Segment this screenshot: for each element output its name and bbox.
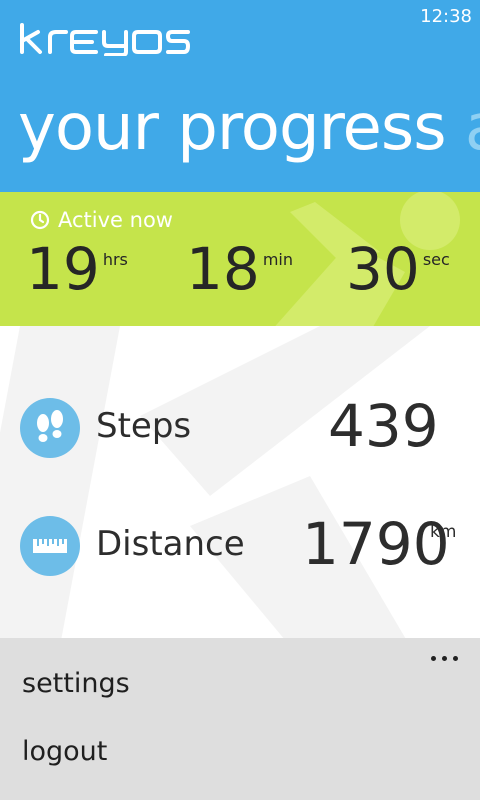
footsteps-icon — [37, 410, 63, 442]
distance-label: Distance — [96, 524, 245, 564]
stats-list[interactable]: Steps 439 Distance 1790 km — [0, 326, 480, 638]
kreyos-logo — [18, 22, 193, 60]
distance-value: 1790 — [302, 510, 450, 578]
next-pivot-title-peek[interactable]: ac — [465, 91, 480, 165]
steps-value: 439 — [328, 392, 439, 460]
minutes-unit: min — [262, 250, 293, 269]
kreyos-watermark-icon — [0, 326, 430, 638]
hours-counter: 19 hrs — [26, 240, 128, 298]
status-clock: 12:38 — [420, 6, 472, 27]
seconds-value: 30 — [346, 235, 420, 303]
page-title-text: your progress — [18, 91, 447, 165]
minutes-value: 18 — [186, 235, 260, 303]
distance-row[interactable]: Distance 1790 km — [0, 500, 480, 590]
seconds-unit: sec — [422, 250, 450, 269]
hours-unit: hrs — [102, 250, 128, 269]
menu-item-logout[interactable]: logout — [22, 736, 107, 767]
hours-value: 19 — [26, 235, 100, 303]
steps-label: Steps — [96, 406, 192, 446]
steps-icon-circle — [20, 398, 80, 458]
partial-stat-row[interactable] — [0, 622, 480, 638]
menu-item-settings[interactable]: settings — [22, 668, 130, 699]
minutes-counter: 18 min — [186, 240, 293, 298]
distance-icon-circle — [20, 516, 80, 576]
distance-unit: km — [430, 522, 457, 542]
app-bar-menu: settings logout — [0, 638, 480, 800]
steps-row[interactable]: Steps 439 — [0, 382, 480, 472]
ruler-icon — [33, 539, 67, 553]
active-now-text: Active now — [58, 208, 173, 232]
clock-icon — [30, 210, 50, 230]
more-options-icon[interactable] — [428, 648, 458, 668]
active-time-panel: Active now 19 hrs 18 min 30 sec — [0, 192, 480, 326]
app-header: 12:38 your progress ac — [0, 0, 480, 192]
seconds-counter: 30 sec — [346, 240, 450, 298]
page-title: your progress ac — [18, 96, 480, 160]
active-now-label: Active now — [30, 208, 173, 232]
